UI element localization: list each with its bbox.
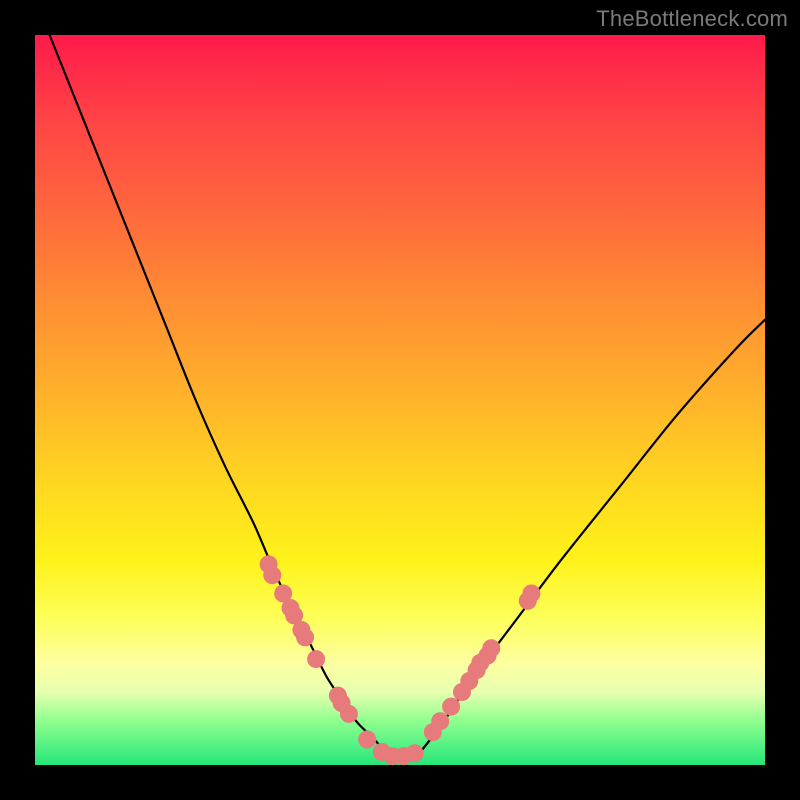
highlight-dot: [263, 566, 281, 584]
plot-area: [35, 35, 765, 765]
chart-svg: [35, 35, 765, 765]
highlight-dot: [340, 705, 358, 723]
bottleneck-curve: [50, 35, 765, 761]
watermark-text: TheBottleneck.com: [596, 6, 788, 32]
highlight-dot: [296, 628, 314, 646]
highlight-dot: [442, 698, 460, 716]
highlight-dots-group: [260, 555, 541, 765]
chart-frame: TheBottleneck.com: [0, 0, 800, 800]
highlight-dot: [431, 712, 449, 730]
highlight-dot: [406, 744, 424, 762]
highlight-dot: [307, 650, 325, 668]
highlight-dot: [482, 639, 500, 657]
highlight-dot: [522, 585, 540, 603]
highlight-dot: [358, 731, 376, 749]
